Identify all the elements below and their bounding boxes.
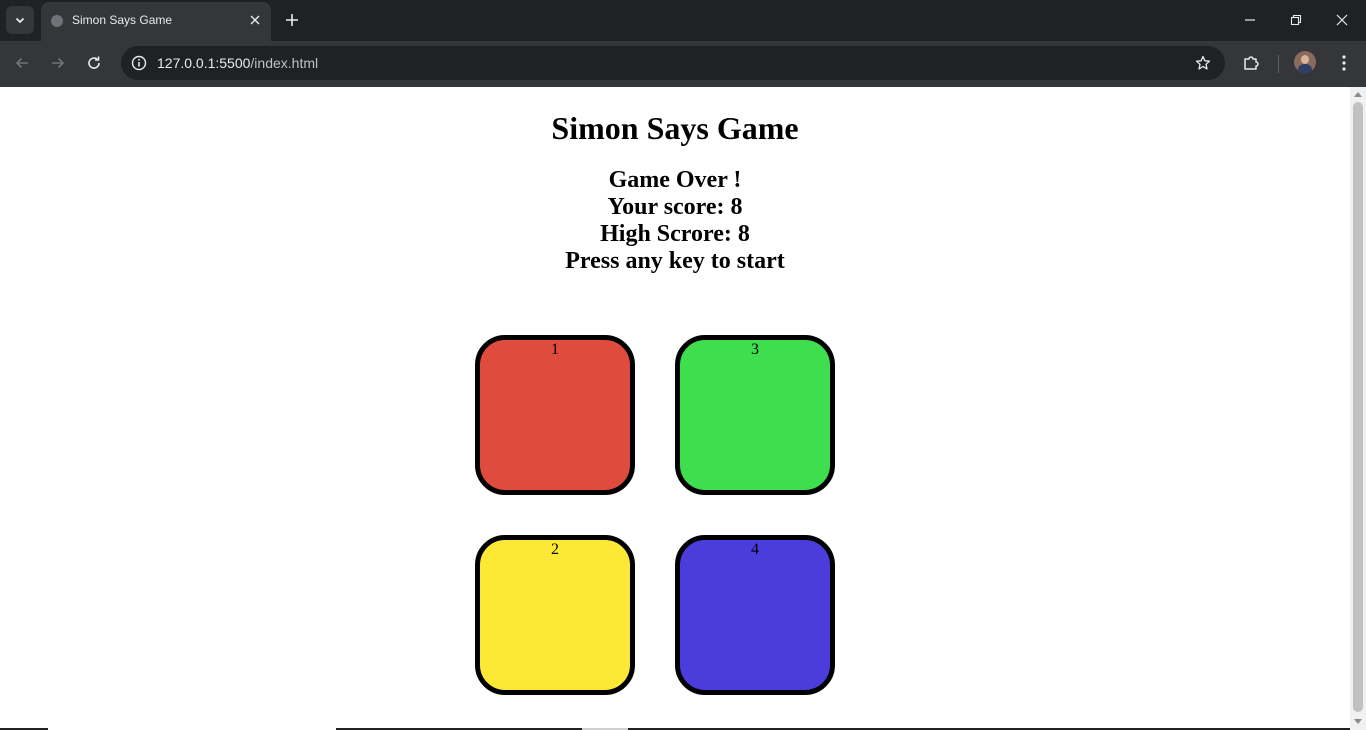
vertical-scrollbar[interactable] [1350, 87, 1366, 730]
browser-menu-button[interactable] [1332, 51, 1356, 75]
minimize-button[interactable] [1230, 5, 1270, 35]
start-prompt-text: Press any key to start [565, 248, 785, 274]
score-text: Your score: 8 [607, 194, 743, 220]
button-number: 2 [551, 541, 559, 558]
globe-icon [51, 15, 63, 27]
plus-icon [286, 14, 298, 26]
url-path: /index.html [250, 55, 319, 71]
game-over-text: Game Over ! [608, 167, 742, 193]
close-window-button[interactable] [1322, 5, 1362, 35]
close-icon [250, 15, 260, 25]
button-number: 3 [751, 341, 759, 358]
star-icon [1195, 55, 1211, 70]
address-bar[interactable]: 127.0.0.1:5500/index.html [121, 46, 1225, 80]
reload-icon [88, 56, 100, 69]
site-info-button[interactable] [128, 52, 150, 74]
tab-search-button[interactable] [6, 6, 34, 34]
page-viewport: Simon Says Game Game Over ! Your score: … [0, 87, 1350, 728]
game-status: Game Over ! Your score: 8 High Scrore: 8… [0, 167, 1350, 275]
info-icon [131, 55, 147, 71]
url-text: 127.0.0.1:5500/index.html [157, 55, 318, 71]
restore-icon [1290, 14, 1302, 26]
scroll-up-arrow-icon[interactable] [1354, 92, 1362, 97]
url-host: 127.0.0.1:5500 [157, 55, 251, 71]
simon-button-green[interactable]: 3 [675, 335, 835, 495]
back-button[interactable] [8, 49, 36, 77]
reload-button[interactable] [80, 49, 108, 77]
close-icon [1336, 14, 1348, 26]
high-score-text: High Scrore: 8 [600, 221, 750, 247]
chevron-down-icon [15, 17, 25, 24]
button-number: 4 [751, 541, 759, 558]
toolbar-separator [1278, 55, 1279, 73]
extensions-button[interactable] [1239, 51, 1263, 75]
browser-toolbar: 127.0.0.1:5500/index.html [0, 41, 1366, 87]
page-title: Simon Says Game [551, 110, 799, 146]
close-tab-button[interactable] [247, 12, 263, 28]
bookmark-button[interactable] [1193, 53, 1213, 73]
arrow-left-icon [15, 57, 28, 69]
button-number: 1 [551, 341, 559, 358]
simon-button-yellow[interactable]: 2 [475, 535, 635, 695]
profile-avatar[interactable] [1294, 51, 1316, 73]
new-tab-button[interactable] [280, 8, 304, 32]
forward-button[interactable] [44, 49, 72, 77]
browser-tab[interactable]: Simon Says Game [41, 2, 271, 41]
tab-title: Simon Says Game [72, 13, 173, 27]
more-vert-icon [1342, 55, 1346, 71]
restore-button[interactable] [1276, 5, 1316, 35]
minimize-icon [1245, 19, 1255, 21]
simon-button-purple[interactable]: 4 [675, 535, 835, 695]
arrow-right-icon [52, 57, 65, 69]
scrollbar-thumb[interactable] [1353, 102, 1363, 712]
puzzle-icon [1244, 56, 1259, 70]
scroll-down-arrow-icon[interactable] [1354, 719, 1362, 724]
simon-button-red[interactable]: 1 [475, 335, 635, 495]
tab-strip: Simon Says Game [0, 0, 1366, 41]
